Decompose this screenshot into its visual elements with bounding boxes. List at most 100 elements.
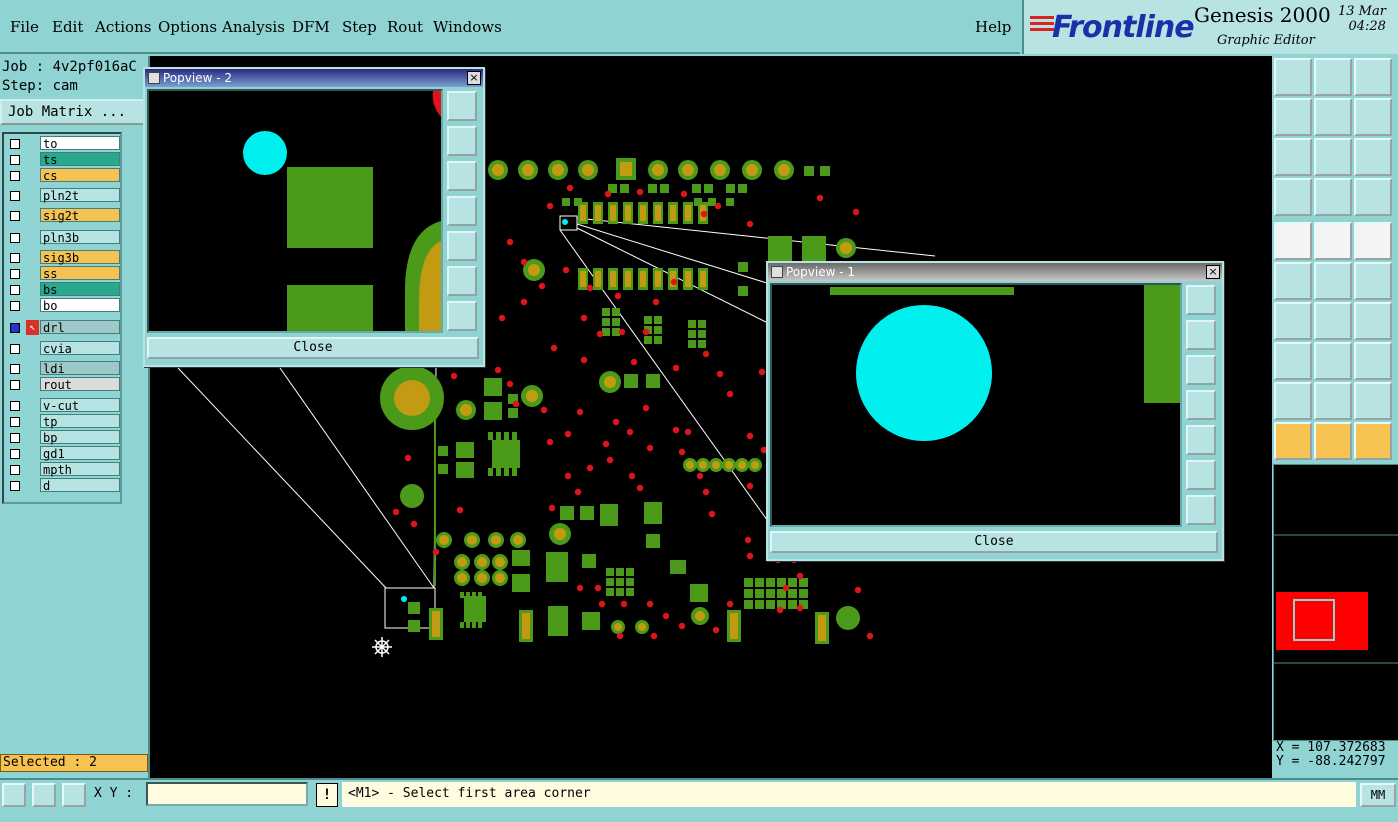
- popview-1-close-button[interactable]: Close: [770, 531, 1218, 553]
- popview-2-view[interactable]: [147, 89, 443, 333]
- close-icon[interactable]: ×: [1206, 265, 1220, 279]
- xy-input[interactable]: [146, 782, 308, 806]
- probe-icon[interactable]: [1314, 178, 1352, 216]
- pan-up-icon[interactable]: [1186, 320, 1216, 350]
- layer-checkbox[interactable]: [10, 465, 20, 475]
- pan-up-icon[interactable]: [447, 126, 477, 156]
- zoom-in-icon[interactable]: [1186, 285, 1216, 315]
- triangle-red-icon[interactable]: [1274, 382, 1312, 420]
- layer-name[interactable]: rout: [40, 377, 120, 392]
- triangle-a-icon[interactable]: [1314, 382, 1352, 420]
- pan-left-icon[interactable]: [1186, 390, 1216, 420]
- pan-down-icon[interactable]: [1186, 355, 1216, 385]
- layer-name[interactable]: d: [40, 478, 120, 493]
- layer-checkbox[interactable]: [10, 211, 20, 221]
- layer-checkbox[interactable]: [10, 323, 20, 333]
- layer-row-ts[interactable]: ts: [6, 152, 122, 167]
- layer-row-sig3b[interactable]: sig3b: [6, 250, 122, 265]
- layer-row-gd1[interactable]: gd1: [6, 446, 122, 461]
- menu-help[interactable]: Help: [975, 18, 1011, 36]
- layer-checkbox[interactable]: [10, 380, 20, 390]
- layer-checkbox[interactable]: [10, 285, 20, 295]
- layer-name[interactable]: gd1: [40, 446, 120, 461]
- zoom-fit-icon[interactable]: [1186, 495, 1216, 525]
- window-menu-icon[interactable]: [771, 266, 783, 278]
- popview-2-close-button[interactable]: Close: [147, 337, 479, 359]
- layer-row-ldi[interactable]: ldi: [6, 361, 122, 376]
- layer-name[interactable]: sig2t: [40, 208, 120, 223]
- menu-step[interactable]: Step: [342, 18, 377, 36]
- layer-row-mpth[interactable]: mpth: [6, 462, 122, 477]
- measure-icon[interactable]: [32, 783, 56, 807]
- layer-name[interactable]: sig3b: [40, 250, 120, 265]
- layer-name[interactable]: mpth: [40, 462, 120, 477]
- snap-point-icon[interactable]: [1274, 342, 1312, 380]
- layer-checkbox[interactable]: [10, 449, 20, 459]
- layer-checkbox[interactable]: [10, 344, 20, 354]
- layer-checkbox[interactable]: [10, 364, 20, 374]
- layer-row-cvia[interactable]: cvia: [6, 341, 122, 356]
- layer-checkbox[interactable]: [10, 191, 20, 201]
- window-menu-icon[interactable]: [148, 72, 160, 84]
- layer-checkbox[interactable]: [10, 155, 20, 165]
- pan-right-icon[interactable]: [1186, 425, 1216, 455]
- layer-checkbox[interactable]: [10, 253, 20, 263]
- layer-name[interactable]: drl: [40, 320, 120, 335]
- measure-box-icon[interactable]: [1354, 342, 1392, 380]
- layer-checkbox[interactable]: [10, 433, 20, 443]
- zoom-window-icon[interactable]: [1274, 138, 1312, 176]
- layer-row-d[interactable]: d: [6, 478, 122, 493]
- layer-row-cs[interactable]: cs: [6, 168, 122, 183]
- zoom-out-icon[interactable]: [1186, 460, 1216, 490]
- popview-2-titlebar[interactable]: Popview - 2 ×: [145, 69, 483, 87]
- arc-icon[interactable]: [1354, 302, 1392, 340]
- layer-row-bp[interactable]: bp: [6, 430, 122, 445]
- layer-row-pln2t[interactable]: pln2t: [6, 188, 122, 203]
- home-up-icon[interactable]: [1274, 58, 1312, 96]
- selected-via[interactable]: [401, 596, 407, 602]
- select-circle-icon[interactable]: [1274, 222, 1312, 260]
- snap-icon[interactable]: [2, 783, 26, 807]
- close-icon[interactable]: ×: [467, 71, 481, 85]
- menu-file[interactable]: File: [10, 18, 39, 36]
- layer-row-to[interactable]: to: [6, 136, 122, 151]
- arrow-node-icon[interactable]: [1354, 262, 1392, 300]
- layer-checkbox[interactable]: [10, 301, 20, 311]
- slash-icon[interactable]: [1314, 302, 1352, 340]
- layer-checkbox[interactable]: [10, 417, 20, 427]
- layer-row-bo[interactable]: bo: [6, 298, 122, 313]
- cross-icon[interactable]: [1314, 262, 1352, 300]
- layer-row-bs[interactable]: bs: [6, 282, 122, 297]
- home-down-icon[interactable]: [1314, 58, 1352, 96]
- zoom-fit-icon[interactable]: [447, 301, 477, 331]
- layer-name[interactable]: bs: [40, 282, 120, 297]
- layer-name[interactable]: ldi: [40, 361, 120, 376]
- units-button[interactable]: MM: [1360, 783, 1396, 807]
- pan-right-icon[interactable]: [447, 231, 477, 261]
- layer-row-drl[interactable]: ↖ drl: [6, 320, 122, 335]
- layer-checkbox[interactable]: [10, 401, 20, 411]
- angle-icon[interactable]: [1274, 302, 1312, 340]
- layer-row-tp[interactable]: tp: [6, 414, 122, 429]
- layer-name[interactable]: cvia: [40, 341, 120, 356]
- menu-actions[interactable]: Actions: [95, 18, 151, 36]
- layer-name[interactable]: bo: [40, 298, 120, 313]
- layer-row-ss[interactable]: ss: [6, 266, 122, 281]
- warning-button[interactable]: !: [316, 783, 338, 807]
- layer-row-rout[interactable]: rout: [6, 377, 122, 392]
- zoom-out-icon[interactable]: [447, 266, 477, 296]
- layer-checkbox[interactable]: [10, 171, 20, 181]
- selected-via[interactable]: [562, 219, 568, 225]
- job-matrix-button[interactable]: Job Matrix ...: [0, 99, 146, 125]
- line-tool-icon[interactable]: [1314, 222, 1352, 260]
- triangle-a2-icon[interactable]: [1354, 382, 1392, 420]
- menu-edit[interactable]: Edit: [52, 18, 83, 36]
- menu-analysis[interactable]: Analysis: [222, 18, 285, 36]
- settings-icon[interactable]: [1274, 178, 1312, 216]
- pan-down-icon[interactable]: [447, 161, 477, 191]
- layers-icon[interactable]: [1354, 178, 1392, 216]
- pointer-icon[interactable]: [1274, 422, 1312, 460]
- pointer-box-icon[interactable]: [1314, 422, 1352, 460]
- dash-icon[interactable]: [1314, 342, 1352, 380]
- layer-row-sig2t[interactable]: sig2t: [6, 208, 122, 223]
